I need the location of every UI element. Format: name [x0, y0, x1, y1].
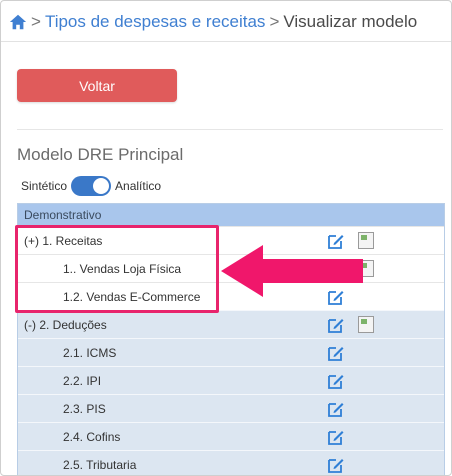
switch-knob: [93, 178, 110, 194]
toggle-left-label: Sintético: [21, 179, 68, 193]
row-label: 2.4. Cofins: [63, 429, 121, 444]
row-label: 2.1. ICMS: [63, 345, 117, 360]
table-header: Demonstrativo: [18, 204, 444, 226]
edit-icon[interactable]: [328, 317, 344, 333]
divider: [17, 129, 443, 130]
row-label: 2.5. Tributaria: [63, 457, 137, 472]
row-label: (-) 2. Deduções: [24, 317, 107, 332]
row-label: 2.2. IPI: [63, 373, 102, 388]
edit-icon[interactable]: [328, 401, 344, 417]
row-label: (+) 1. Receitas: [24, 233, 103, 248]
table-row[interactable]: 2.3. PIS: [18, 394, 444, 422]
page-frame: > Tipos de despesas e receitas > Visuali…: [0, 0, 452, 476]
edit-icon[interactable]: [328, 345, 344, 361]
model-title: Modelo DRE Principal: [17, 145, 184, 164]
breadcrumb: > Tipos de despesas e receitas > Visuali…: [9, 9, 417, 35]
breadcrumb-item-tipos[interactable]: Tipos de despesas e receitas: [45, 12, 266, 32]
breadcrumb-separator: >: [269, 12, 280, 31]
edit-icon[interactable]: [328, 429, 344, 445]
broken-image-icon: [358, 316, 374, 333]
row-label: 1.. Vendas Loja Física: [63, 261, 182, 276]
edit-icon[interactable]: [328, 373, 344, 389]
table-row[interactable]: (-) 2. Deduções: [18, 310, 444, 338]
view-mode-switch[interactable]: [71, 176, 112, 196]
pointer-arrow-icon: [221, 245, 363, 297]
row-label: 2.3. PIS: [63, 401, 106, 416]
breadcrumb-item-current: Visualizar modelo: [283, 12, 418, 31]
back-button[interactable]: Voltar: [17, 69, 177, 102]
table-row[interactable]: 2.2. IPI: [18, 366, 444, 394]
table-row[interactable]: 2.5. Tributaria: [18, 450, 444, 475]
home-icon[interactable]: [9, 13, 27, 31]
row-label: 1.2. Vendas E-Commerce: [63, 289, 201, 304]
breadcrumb-separator: >: [31, 12, 41, 31]
toggle-right-label: Analítico: [115, 179, 162, 193]
view-toggle: Sintético Analítico: [21, 176, 161, 196]
table-row[interactable]: 2.4. Cofins: [18, 422, 444, 450]
edit-icon[interactable]: [328, 457, 344, 473]
divider: [1, 41, 451, 42]
table-row[interactable]: 2.1. ICMS: [18, 338, 444, 366]
